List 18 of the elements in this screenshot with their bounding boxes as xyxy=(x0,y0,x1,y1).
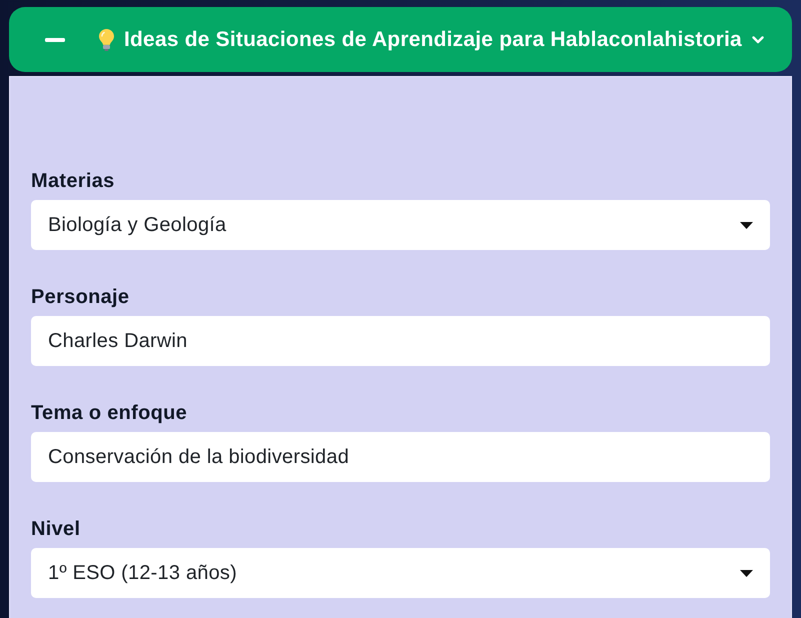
field-label: Nivel xyxy=(31,517,80,541)
select-field[interactable]: 1º ESO (12-13 años) xyxy=(31,548,770,598)
field-label: Tema o enfoque xyxy=(31,401,188,425)
collapse-icon[interactable] xyxy=(45,38,65,42)
select-value: Biología y Geología xyxy=(48,213,226,238)
input-value: Charles Darwin xyxy=(48,329,188,354)
text-input-field[interactable]: Conservación de la biodiversidad xyxy=(31,432,770,482)
field-label: Personaje xyxy=(31,285,130,309)
select-value: 1º ESO (12-13 años) xyxy=(48,561,237,586)
accordion-title: Ideas de Situaciones de Aprendizaje para Hablaconlahistoria xyxy=(124,26,742,53)
chevron-down-icon[interactable] xyxy=(752,36,764,44)
select-field[interactable]: Biología y Geología xyxy=(31,200,770,250)
text-input-field[interactable]: Charles Darwin xyxy=(31,316,770,366)
dropdown-caret-icon xyxy=(740,222,753,228)
field-label: Materias xyxy=(31,169,115,193)
input-value: Conservación de la biodiversidad xyxy=(48,445,350,470)
lightbulb-icon xyxy=(99,28,114,50)
dropdown-caret-icon xyxy=(740,570,753,576)
